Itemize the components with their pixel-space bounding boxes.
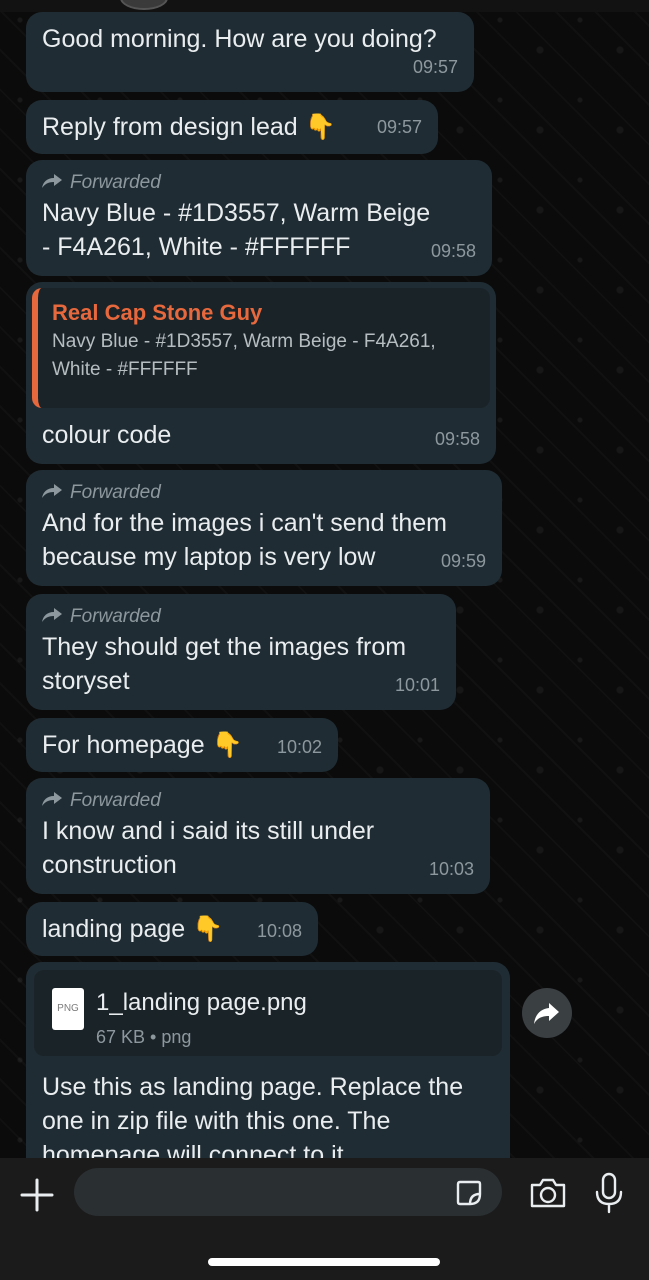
forward-arrow-icon (42, 480, 62, 506)
message-time: 10:02 (276, 737, 322, 757)
document-attachment[interactable]: PNG 1_landing page.png 67 KB • png (34, 970, 502, 1056)
message-bubble[interactable]: Reply from design lead 👇 09:57 (26, 100, 438, 154)
forwarded-label: Forwarded (42, 788, 474, 814)
plus-icon[interactable] (18, 1176, 56, 1214)
message-text: And for the images i can't send them bec… (42, 509, 447, 571)
message-bubble[interactable]: landing page 👇 10:08 (26, 902, 318, 956)
message-text: colour code (42, 421, 172, 449)
message-text: Navy Blue - #1D3557, Warm Beige - F4A261… (42, 199, 431, 261)
camera-icon[interactable] (528, 1176, 568, 1210)
message-bubble[interactable]: For homepage 👇 10:02 (26, 718, 338, 772)
message-time: 09:57 (412, 57, 458, 77)
message-time: 10:01 (394, 675, 440, 695)
avatar[interactable] (120, 0, 168, 10)
message-bubble[interactable]: Forwarded I know and i said its still un… (26, 778, 490, 894)
message-bubble[interactable]: Forwarded Navy Blue - #1D3557, Warm Beig… (26, 160, 492, 276)
header-edge (0, 0, 649, 12)
forwarded-label: Forwarded (42, 170, 476, 196)
message-bubble[interactable]: Good morning. How are you doing? 09:57 (26, 12, 474, 92)
quote-author: Real Cap Stone Guy (52, 300, 263, 325)
message-time: 10:03 (428, 859, 474, 879)
message-text: Reply from design lead 👇 (42, 113, 336, 141)
quote-text: Navy Blue - #1D3557, Warm Beige - F4A261… (52, 331, 436, 380)
message-bubble[interactable]: Forwarded They should get the images fro… (26, 594, 456, 710)
message-time: 09:58 (434, 429, 480, 449)
message-bubble[interactable]: Real Cap Stone Guy Navy Blue - #1D3557, … (26, 282, 496, 464)
document-name: 1_landing page.png (96, 989, 307, 1016)
message-time: 10:08 (256, 921, 302, 941)
message-input[interactable] (74, 1168, 502, 1216)
message-text: They should get the images from storyset (42, 633, 407, 695)
share-forward-button[interactable] (522, 988, 572, 1038)
sticker-icon[interactable] (454, 1178, 484, 1208)
message-time: 09:58 (430, 241, 476, 261)
forward-arrow-icon (42, 170, 62, 196)
png-file-icon: PNG (52, 988, 84, 1030)
forwarded-label: Forwarded (42, 604, 440, 630)
message-text: I know and i said its still under constr… (42, 817, 375, 879)
microphone-icon[interactable] (594, 1172, 624, 1214)
message-time: 09:59 (440, 551, 486, 571)
forward-arrow-icon (42, 604, 62, 630)
document-meta: 67 KB • png (96, 1027, 192, 1047)
message-bubble[interactable]: Forwarded And for the images i can't sen… (26, 470, 502, 586)
home-indicator (208, 1258, 440, 1266)
share-forward-icon (534, 1003, 559, 1024)
document-message-bubble[interactable]: PNG 1_landing page.png 67 KB • png Use t… (26, 962, 510, 1169)
message-text: Good morning. How are you doing? (42, 25, 437, 53)
forward-arrow-icon (42, 788, 62, 814)
forwarded-label: Forwarded (42, 480, 486, 506)
quoted-message[interactable]: Real Cap Stone Guy Navy Blue - #1D3557, … (32, 288, 490, 408)
message-time: 09:57 (376, 117, 422, 137)
message-text: Use this as landing page. Replace the on… (42, 1073, 464, 1169)
